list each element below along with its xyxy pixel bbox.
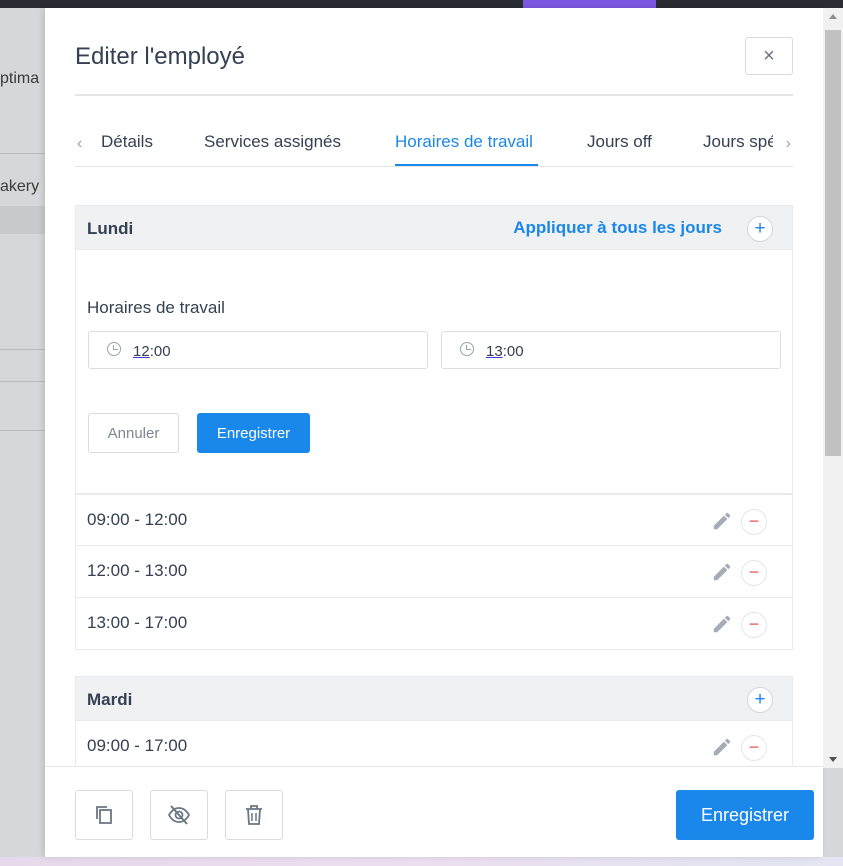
active-tab-indicator: [395, 164, 538, 166]
tab-assigned-services[interactable]: Services assignés: [204, 132, 341, 152]
tab-special-days[interactable]: Jours spéciaux: [703, 132, 773, 152]
drawer-footer: Enregistrer: [45, 766, 823, 857]
scrollbar-thumb[interactable]: [825, 30, 841, 456]
remove-slot-button[interactable]: −: [741, 735, 767, 761]
day-name: Mardi: [87, 690, 133, 709]
working-hours-label: Horaires de travail: [87, 298, 225, 317]
time-slot-row: 09:00 - 12:00 −: [75, 494, 793, 546]
tab-days-off[interactable]: Jours off: [587, 132, 652, 152]
remove-slot-button[interactable]: −: [741, 560, 767, 586]
day-header-tuesday: Mardi +: [75, 676, 793, 721]
start-time-value: 12:00: [133, 343, 171, 360]
start-time-input[interactable]: 12:00: [88, 331, 428, 369]
apply-to-all-days-link[interactable]: Appliquer à tous les jours: [513, 218, 722, 238]
clock-icon: [460, 342, 474, 356]
day-name: Lundi: [87, 219, 134, 238]
background-text: akery P: [0, 178, 45, 195]
save-employee-button[interactable]: Enregistrer: [676, 790, 814, 840]
pencil-icon[interactable]: [711, 561, 733, 583]
remove-slot-button[interactable]: −: [741, 509, 767, 535]
time-slot-row: 09:00 - 17:00 −: [75, 721, 793, 765]
pencil-icon[interactable]: [711, 613, 733, 635]
copy-icon: [96, 806, 112, 824]
time-slot-label: 09:00 - 12:00: [87, 510, 188, 529]
close-icon: ×: [763, 44, 775, 67]
add-period-button[interactable]: +: [747, 687, 773, 713]
day-header-monday: Lundi Appliquer à tous les jours +: [75, 205, 793, 250]
time-slot-row: 13:00 - 17:00 −: [75, 598, 793, 650]
pencil-icon[interactable]: [711, 510, 733, 532]
time-slot-row: 12:00 - 13:00 −: [75, 546, 793, 598]
hide-employee-button[interactable]: [150, 790, 208, 840]
tab-working-hours[interactable]: Horaires de travail: [395, 132, 533, 152]
close-button[interactable]: ×: [745, 37, 793, 75]
time-slot-label: 09:00 - 17:00: [87, 736, 188, 755]
background-divider: [0, 349, 45, 350]
drawer-title: Editer l'employé: [75, 43, 245, 70]
cancel-button[interactable]: Annuler: [88, 413, 179, 453]
scroll-down-arrow-icon[interactable]: [829, 757, 837, 762]
time-slot-label: 12:00 - 13:00: [87, 561, 188, 580]
trash-icon: [246, 805, 262, 825]
tabs-prev-arrow-icon[interactable]: ‹: [77, 135, 82, 153]
save-period-button[interactable]: Enregistrer: [197, 413, 310, 453]
schedule-content: Lundi Appliquer à tous les jours + Horai…: [75, 205, 793, 765]
background-divider: [0, 153, 45, 154]
edit-employee-drawer: Editer l'employé × ‹ Détails Services as…: [45, 8, 823, 857]
background-topbar: [0, 0, 843, 8]
background-bottom-strip: [0, 857, 843, 866]
pencil-icon[interactable]: [711, 736, 733, 758]
tab-overflow-clip: Jours spéciaux: [695, 120, 773, 166]
eye-off-icon: [167, 805, 191, 825]
background-band: [0, 206, 45, 234]
delete-employee-button[interactable]: [225, 790, 283, 840]
add-period-button[interactable]: +: [747, 216, 773, 242]
background-divider: [0, 430, 45, 431]
period-editor: Horaires de travail 12:00 13:00 Annuler …: [75, 250, 793, 494]
end-time-input[interactable]: 13:00: [441, 331, 781, 369]
remove-slot-button[interactable]: −: [741, 612, 767, 638]
tab-details[interactable]: Détails: [101, 132, 153, 152]
drawer-header: Editer l'employé ×: [75, 36, 793, 96]
tabs-next-arrow-icon[interactable]: ›: [786, 135, 791, 153]
background-topbar-active-tab: [523, 0, 656, 8]
duplicate-employee-button[interactable]: [75, 790, 133, 840]
end-time-value: 13:00: [486, 343, 524, 360]
background-divider: [0, 381, 45, 382]
scroll-up-arrow-icon[interactable]: [829, 14, 837, 19]
time-slot-label: 13:00 - 17:00: [87, 613, 188, 632]
tab-bar: ‹ Détails Services assignés Horaires de …: [75, 120, 793, 167]
background-text: ptima: [0, 70, 40, 87]
drawer-scrollbar[interactable]: [823, 8, 843, 768]
clock-icon: [107, 342, 121, 356]
